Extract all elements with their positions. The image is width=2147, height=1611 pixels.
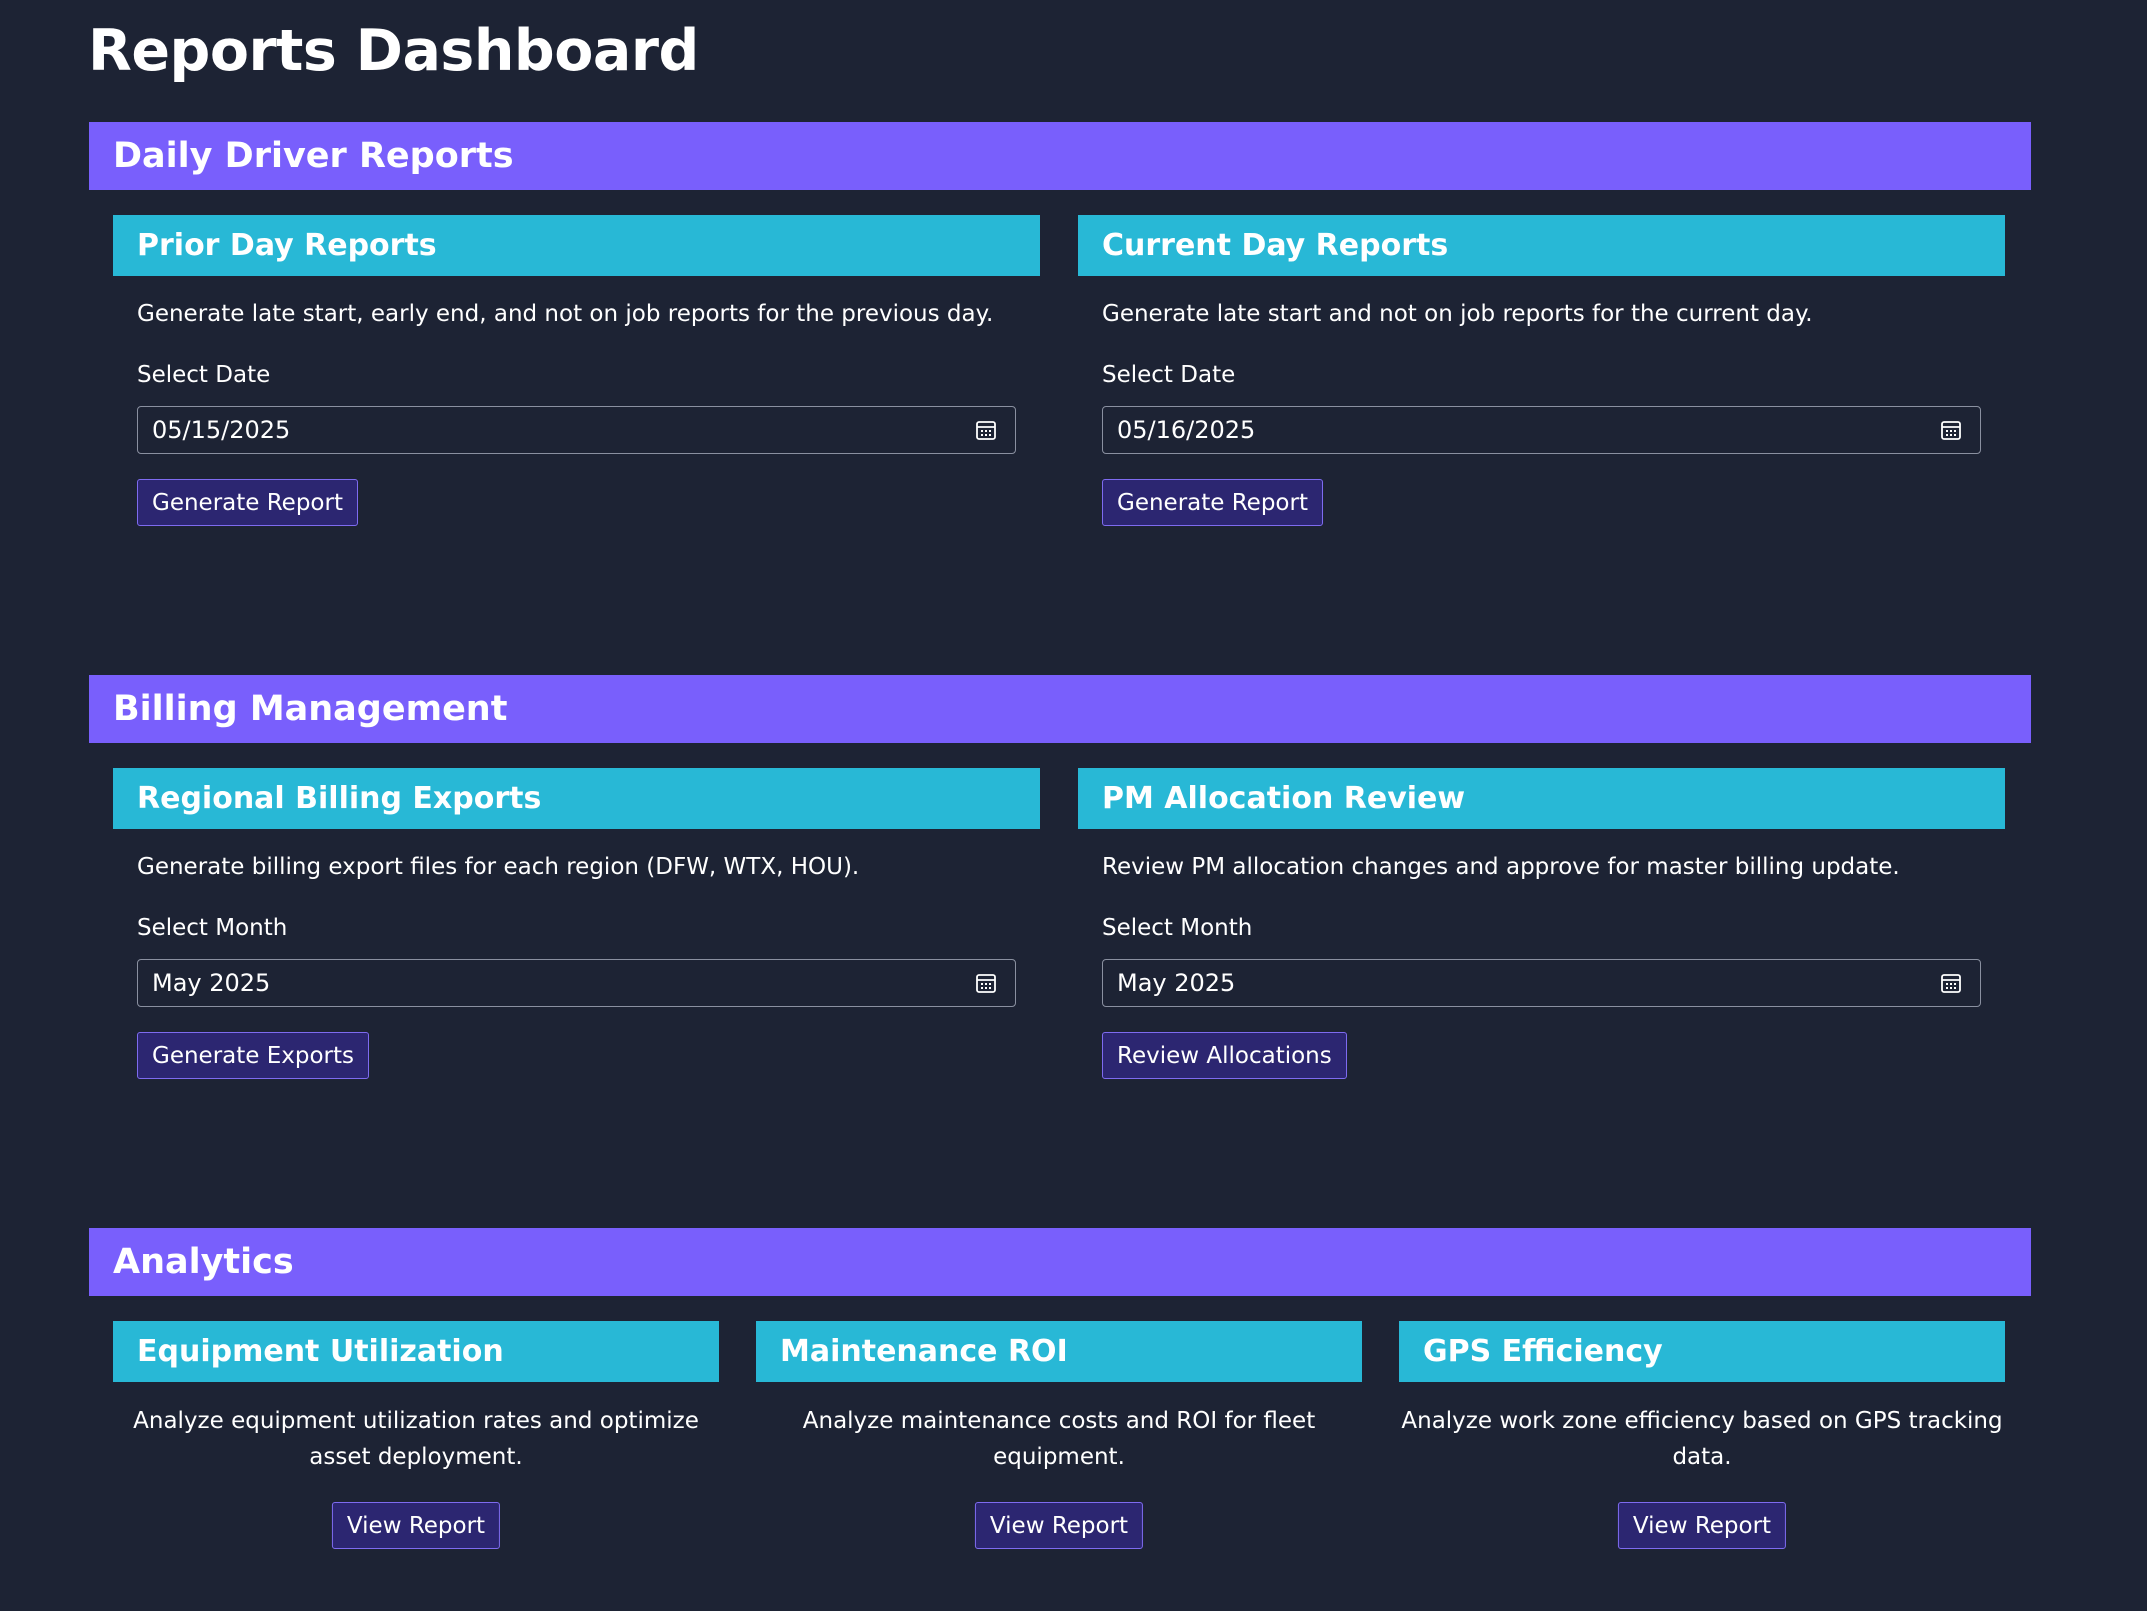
page-title: Reports Dashboard [88, 18, 699, 84]
card-equipment-utilization: Equipment Utilization Analyze equipment … [113, 1321, 719, 1551]
month-field-label: Select Month [137, 915, 288, 941]
section-header-daily-driver-reports: Daily Driver Reports [89, 122, 2031, 190]
review-allocations-button[interactable]: Review Allocations [1102, 1032, 1347, 1079]
regional-billing-month-input[interactable]: May 2025 [137, 959, 1016, 1007]
card-description: Review PM allocation changes and approve… [1102, 854, 1900, 880]
card-description: Generate late start, early end, and not … [137, 301, 994, 327]
month-value: May 2025 [152, 969, 271, 997]
section-analytics: Analytics Equipment Utilization Analyze … [89, 1228, 2031, 1558]
current-day-date-input[interactable]: 05/16/2025 [1102, 406, 1981, 454]
card-description: Generate billing export files for each r… [137, 854, 860, 880]
date-field-label: Select Date [1102, 362, 1236, 388]
calendar-icon[interactable] [1940, 419, 1962, 441]
card-current-day-reports: Current Day Reports Generate late start … [1078, 215, 2005, 545]
view-report-button[interactable]: View Report [974, 1502, 1144, 1549]
card-header-maintenance-roi: Maintenance ROI [756, 1321, 1362, 1382]
view-report-button[interactable]: View Report [331, 1502, 501, 1549]
month-value: May 2025 [1117, 969, 1236, 997]
calendar-icon[interactable] [1940, 972, 1962, 994]
section-billing-management: Billing Management Regional Billing Expo… [89, 675, 2031, 1115]
pm-allocation-month-input[interactable]: May 2025 [1102, 959, 1981, 1007]
prior-day-date-input[interactable]: 05/15/2025 [137, 406, 1016, 454]
month-field-label: Select Month [1102, 915, 1253, 941]
generate-report-button[interactable]: Generate Report [1102, 479, 1323, 526]
card-prior-day-reports: Prior Day Reports Generate late start, e… [113, 215, 1040, 545]
card-header-regional-billing-exports: Regional Billing Exports [113, 768, 1040, 829]
card-regional-billing-exports: Regional Billing Exports Generate billin… [113, 768, 1040, 1098]
card-description: Analyze work zone efficiency based on GP… [1401, 1408, 2003, 1470]
card-gps-efficiency: GPS Efficiency Analyze work zone efficie… [1399, 1321, 2005, 1551]
date-field-label: Select Date [137, 362, 271, 388]
card-header-prior-day-reports: Prior Day Reports [113, 215, 1040, 276]
card-description: Analyze maintenance costs and ROI for fl… [802, 1408, 1316, 1470]
card-pm-allocation-review: PM Allocation Review Review PM allocatio… [1078, 768, 2005, 1098]
card-description: Generate late start and not on job repor… [1102, 301, 1813, 327]
section-header-analytics: Analytics [89, 1228, 2031, 1296]
card-header-equipment-utilization: Equipment Utilization [113, 1321, 719, 1382]
date-value: 05/15/2025 [152, 416, 291, 444]
section-header-billing-management: Billing Management [89, 675, 2031, 743]
section-daily-driver-reports: Daily Driver Reports Prior Day Reports G… [89, 122, 2031, 562]
card-header-current-day-reports: Current Day Reports [1078, 215, 2005, 276]
card-maintenance-roi: Maintenance ROI Analyze maintenance cost… [756, 1321, 1362, 1551]
calendar-icon[interactable] [975, 419, 997, 441]
date-value: 05/16/2025 [1117, 416, 1256, 444]
card-description: Analyze equipment utilization rates and … [133, 1408, 699, 1470]
card-header-gps-efficiency: GPS Efficiency [1399, 1321, 2005, 1382]
view-report-button[interactable]: View Report [1617, 1502, 1787, 1549]
generate-exports-button[interactable]: Generate Exports [137, 1032, 370, 1079]
card-header-pm-allocation-review: PM Allocation Review [1078, 768, 2005, 829]
calendar-icon[interactable] [975, 972, 997, 994]
generate-report-button[interactable]: Generate Report [137, 479, 358, 526]
